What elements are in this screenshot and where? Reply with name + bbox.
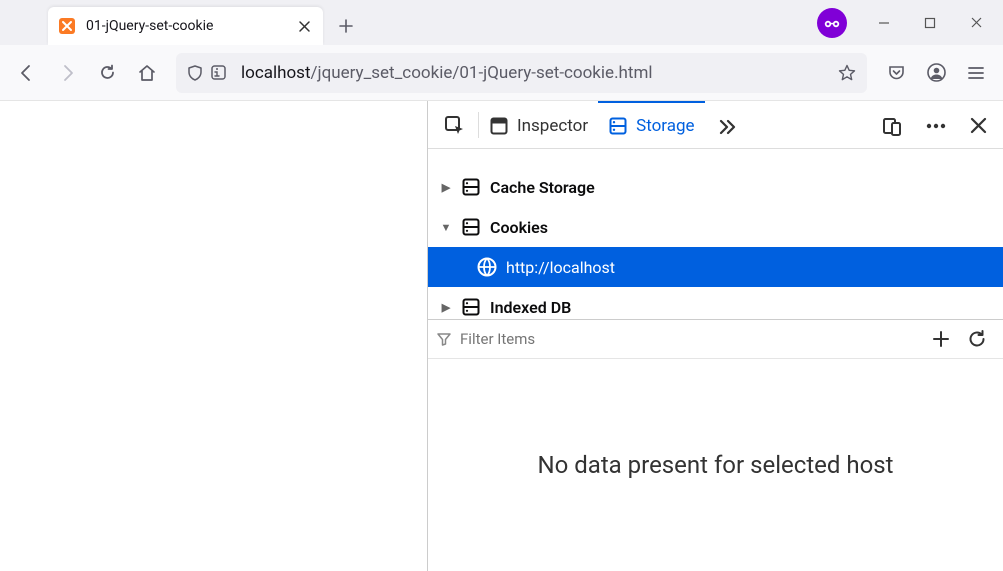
browser-titlebar: 01-jQuery-set-cookie	[0, 0, 1003, 45]
add-item-button[interactable]	[923, 321, 959, 357]
devtools-close-button[interactable]	[958, 101, 999, 149]
tree-item-cache-storage[interactable]: ▶ Cache Storage	[428, 167, 1003, 207]
chevron-down-icon: ▼	[440, 221, 452, 234]
filter-input-wrap	[436, 330, 923, 348]
devtools-toolbar: Inspector Storage	[428, 101, 1003, 149]
empty-state-message: No data present for selected host	[537, 451, 893, 479]
page-viewport	[0, 101, 427, 571]
window-maximize-button[interactable]	[907, 0, 953, 45]
filter-input[interactable]	[460, 330, 923, 348]
chevron-right-icon: ▶	[440, 181, 452, 194]
tree-item-cookies[interactable]: ▼ Cookies	[428, 207, 1003, 247]
tree-item-label: Cookies	[490, 218, 548, 237]
tree-item-cookies-host[interactable]: http://localhost	[428, 247, 1003, 287]
private-browsing-icon	[817, 8, 847, 38]
storage-category-icon	[460, 296, 482, 318]
menu-button[interactable]	[957, 54, 995, 92]
storage-tree: ▶ Cache Storage ▼ Cookies http://localho…	[428, 149, 1003, 319]
tab-title: 01-jQuery-set-cookie	[86, 18, 295, 34]
site-info-icon[interactable]	[210, 64, 227, 81]
url-path: /jquery_set_cookie/01-jQuery-set-cookie.…	[311, 63, 653, 83]
refresh-button[interactable]	[959, 321, 995, 357]
xampp-favicon	[58, 17, 76, 35]
tree-item-label: Indexed DB	[490, 298, 571, 317]
window-close-button[interactable]	[953, 0, 999, 45]
storage-tab-label: Storage	[636, 116, 694, 136]
reload-button[interactable]	[88, 54, 126, 92]
inspector-tab-label: Inspector	[517, 116, 588, 136]
account-button[interactable]	[917, 54, 955, 92]
chevron-right-icon: ▶	[440, 301, 452, 314]
home-button[interactable]	[128, 54, 166, 92]
devtools-meatball-button[interactable]	[914, 101, 958, 149]
content-area: Inspector Storage	[0, 101, 1003, 571]
new-tab-button[interactable]	[329, 9, 363, 43]
tree-item-label: Cache Storage	[490, 178, 595, 197]
element-picker-button[interactable]	[432, 101, 478, 149]
filter-funnel-icon	[436, 331, 452, 347]
pocket-button[interactable]	[877, 54, 915, 92]
url-bar[interactable]: localhost/jquery_set_cookie/01-jQuery-se…	[176, 53, 867, 93]
bookmark-star-icon[interactable]	[837, 63, 857, 83]
tree-item-indexed-db[interactable]: ▶ Indexed DB	[428, 287, 1003, 319]
shield-icon[interactable]	[186, 64, 204, 82]
browser-navbar: localhost/jquery_set_cookie/01-jQuery-se…	[0, 45, 1003, 101]
forward-button	[48, 54, 86, 92]
storage-category-icon	[460, 216, 482, 238]
data-panel: No data present for selected host	[428, 359, 1003, 571]
back-button[interactable]	[8, 54, 46, 92]
inspector-icon	[489, 116, 509, 136]
url-text: localhost/jquery_set_cookie/01-jQuery-se…	[241, 63, 653, 83]
inspector-tab[interactable]: Inspector	[479, 101, 598, 149]
tab-close-icon[interactable]	[295, 17, 313, 35]
filter-bar	[428, 319, 1003, 359]
tree-item-label: http://localhost	[506, 258, 615, 277]
storage-category-icon	[460, 176, 482, 198]
responsive-mode-button[interactable]	[870, 101, 914, 149]
storage-icon	[608, 116, 628, 136]
browser-tab[interactable]: 01-jQuery-set-cookie	[48, 7, 323, 45]
globe-icon	[476, 256, 498, 278]
window-controls	[817, 0, 1003, 45]
devtools-panel: Inspector Storage	[427, 101, 1003, 571]
window-minimize-button[interactable]	[861, 0, 907, 45]
devtools-overflow-button[interactable]	[705, 101, 749, 149]
url-host: localhost	[241, 63, 311, 83]
storage-tab[interactable]: Storage	[598, 101, 704, 149]
